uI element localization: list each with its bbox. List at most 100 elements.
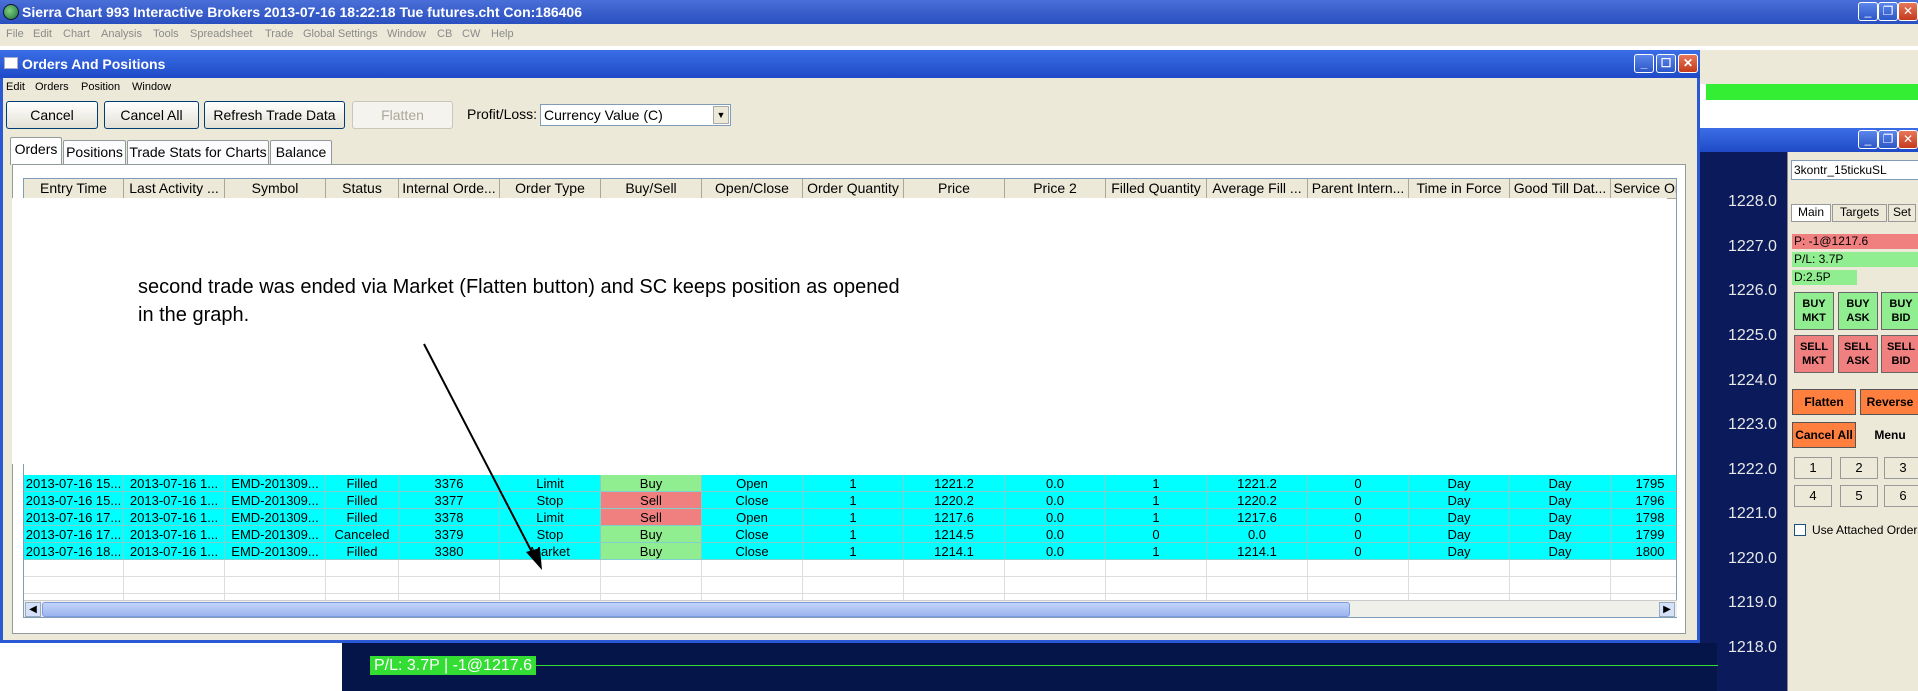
table-cell: Day bbox=[1510, 475, 1611, 492]
minimize-icon[interactable]: _ bbox=[1858, 130, 1878, 149]
table-row[interactable]: 2013-07-16 18... 2013-07-16 1... EMD-20130… bbox=[24, 543, 1676, 560]
qty-button-2[interactable]: 2 bbox=[1840, 457, 1878, 479]
close-icon[interactable]: ✕ bbox=[1678, 54, 1698, 73]
app-logo-icon bbox=[3, 4, 19, 20]
sell-ask-button[interactable]: SELL ASK bbox=[1838, 335, 1878, 373]
menu-edit[interactable]: Edit bbox=[33, 28, 52, 40]
table-cell: 1220.2 bbox=[1207, 492, 1308, 509]
restore-icon[interactable]: ❐ bbox=[1878, 2, 1898, 21]
trade-window-titlebar: _ ❐ ✕ bbox=[1700, 128, 1918, 152]
qty-button-6[interactable]: 6 bbox=[1884, 485, 1918, 507]
table-cell: Buy bbox=[601, 475, 702, 492]
sell-bid-button[interactable]: SELL BID bbox=[1881, 335, 1918, 373]
tab-balance[interactable]: Balance bbox=[270, 140, 332, 164]
menu-window[interactable]: Window bbox=[387, 28, 426, 40]
table-cell: 1800 bbox=[1611, 543, 1676, 560]
column-header[interactable]: Parent Intern... bbox=[1308, 179, 1409, 199]
column-header[interactable]: Average Fill ... bbox=[1207, 179, 1308, 199]
column-header[interactable]: Filled Quantity bbox=[1106, 179, 1207, 199]
window-icon bbox=[4, 57, 18, 69]
use-attached-checkbox[interactable] bbox=[1794, 524, 1806, 536]
chevron-down-icon[interactable]: ▼ bbox=[713, 106, 729, 124]
qty-button-1[interactable]: 1 bbox=[1794, 457, 1832, 479]
empty-cell bbox=[399, 577, 500, 594]
table-cell: Day bbox=[1510, 492, 1611, 509]
qty-button-5[interactable]: 5 bbox=[1840, 485, 1878, 507]
reverse-button[interactable]: Reverse bbox=[1860, 389, 1918, 415]
profit-loss-label: Profit/Loss: bbox=[467, 106, 538, 122]
orders-menu-position[interactable]: Position bbox=[81, 81, 120, 93]
refresh-trade-data-button[interactable]: Refresh Trade Data bbox=[204, 101, 345, 129]
table-cell: 2013-07-16 18... bbox=[24, 543, 124, 560]
maximize-icon[interactable]: ☐ bbox=[1656, 54, 1676, 73]
empty-cell bbox=[1611, 577, 1676, 594]
qty-button-3[interactable]: 3 bbox=[1884, 457, 1918, 479]
menu-help[interactable]: Help bbox=[491, 28, 514, 40]
column-header[interactable]: Status bbox=[326, 179, 399, 199]
tab-set[interactable]: Set bbox=[1888, 204, 1916, 222]
close-icon[interactable]: ✕ bbox=[1898, 2, 1918, 21]
tab-positions[interactable]: Positions bbox=[63, 140, 126, 164]
tab-targets[interactable]: Targets bbox=[1832, 204, 1887, 222]
empty-cell bbox=[803, 560, 904, 577]
qty-button-4[interactable]: 4 bbox=[1794, 485, 1832, 507]
empty-cell bbox=[702, 577, 803, 594]
table-row[interactable]: 2013-07-16 17... 2013-07-16 1... EMD-20130… bbox=[24, 526, 1676, 543]
menu-button[interactable]: Menu bbox=[1860, 422, 1918, 448]
menu-global-settings[interactable]: Global Settings bbox=[303, 28, 378, 40]
menu-cb[interactable]: CB bbox=[437, 28, 452, 40]
column-header[interactable]: Open/Close bbox=[702, 179, 803, 199]
column-header[interactable]: Service Orc bbox=[1611, 179, 1676, 199]
tab-trade-stats[interactable]: Trade Stats for Charts bbox=[127, 140, 269, 164]
column-header[interactable]: Buy/Sell bbox=[601, 179, 702, 199]
buy-bid-button[interactable]: BUY BID bbox=[1881, 292, 1918, 330]
cancel-button[interactable]: Cancel bbox=[6, 101, 98, 129]
tab-orders[interactable]: Orders bbox=[10, 137, 62, 165]
symbol-select[interactable]: 3kontr_15tickuSL bbox=[1791, 160, 1918, 180]
table-row[interactable]: 2013-07-16 17... 2013-07-16 1... EMD-20130… bbox=[24, 509, 1676, 526]
flatten-button[interactable]: Flatten bbox=[352, 101, 453, 129]
menu-analysis[interactable]: Analysis bbox=[101, 28, 142, 40]
buy-mkt-button[interactable]: BUY MKT bbox=[1794, 292, 1834, 330]
orders-window-titlebar: Orders And Positions _ ☐ ✕ bbox=[0, 50, 1700, 78]
column-header[interactable]: Order Type bbox=[500, 179, 601, 199]
menu-spreadsheet[interactable]: Spreadsheet bbox=[190, 28, 252, 40]
orders-menu-orders[interactable]: Orders bbox=[35, 81, 69, 93]
scroll-left-icon[interactable]: ◀ bbox=[25, 602, 41, 617]
flatten-button[interactable]: Flatten bbox=[1792, 389, 1856, 415]
column-header[interactable]: Price 2 bbox=[1005, 179, 1106, 199]
column-header[interactable]: Entry Time bbox=[24, 179, 124, 199]
sell-mkt-button[interactable]: SELL MKT bbox=[1794, 335, 1834, 373]
bottom-chart[interactable] bbox=[342, 643, 1717, 691]
minimize-icon[interactable]: _ bbox=[1858, 2, 1878, 21]
close-icon[interactable]: ✕ bbox=[1898, 130, 1918, 149]
menu-cw[interactable]: CW bbox=[462, 28, 480, 40]
menu-tools[interactable]: Tools bbox=[153, 28, 179, 40]
orders-menu-window[interactable]: Window bbox=[132, 81, 171, 93]
buy-ask-button[interactable]: BUY ASK bbox=[1838, 292, 1878, 330]
orders-menu-edit[interactable]: Edit bbox=[6, 81, 25, 93]
column-header[interactable]: Time in Force bbox=[1409, 179, 1510, 199]
column-header[interactable]: Good Till Dat... bbox=[1510, 179, 1611, 199]
column-header[interactable]: Symbol bbox=[225, 179, 326, 199]
scroll-right-icon[interactable]: ▶ bbox=[1659, 602, 1675, 617]
table-row[interactable]: 2013-07-16 15... 2013-07-16 1... EMD-20130… bbox=[24, 492, 1676, 509]
cancel-all-button[interactable]: Cancel All bbox=[1792, 422, 1856, 448]
table-cell: Filled bbox=[326, 492, 399, 509]
menu-file[interactable]: File bbox=[6, 28, 24, 40]
tab-main[interactable]: Main bbox=[1791, 204, 1831, 222]
column-header[interactable]: Order Quantity bbox=[803, 179, 904, 199]
column-header[interactable]: Internal Orde... bbox=[399, 179, 500, 199]
table-cell: 0 bbox=[1308, 475, 1409, 492]
profit-loss-select[interactable]: Currency Value (C) ▼ bbox=[540, 104, 731, 126]
restore-icon[interactable]: ❐ bbox=[1878, 130, 1898, 149]
scroll-thumb[interactable] bbox=[42, 602, 1350, 617]
horizontal-scrollbar[interactable]: ◀ ▶ bbox=[24, 600, 1677, 617]
menu-trade[interactable]: Trade bbox=[265, 28, 293, 40]
menu-chart[interactable]: Chart bbox=[63, 28, 90, 40]
column-header[interactable]: Last Activity ... bbox=[124, 179, 225, 199]
minimize-icon[interactable]: _ bbox=[1634, 54, 1654, 73]
cancel-all-button[interactable]: Cancel All bbox=[104, 101, 199, 129]
column-header[interactable]: Price bbox=[904, 179, 1005, 199]
table-row[interactable]: 2013-07-16 15... 2013-07-16 1... EMD-20130… bbox=[24, 475, 1676, 492]
